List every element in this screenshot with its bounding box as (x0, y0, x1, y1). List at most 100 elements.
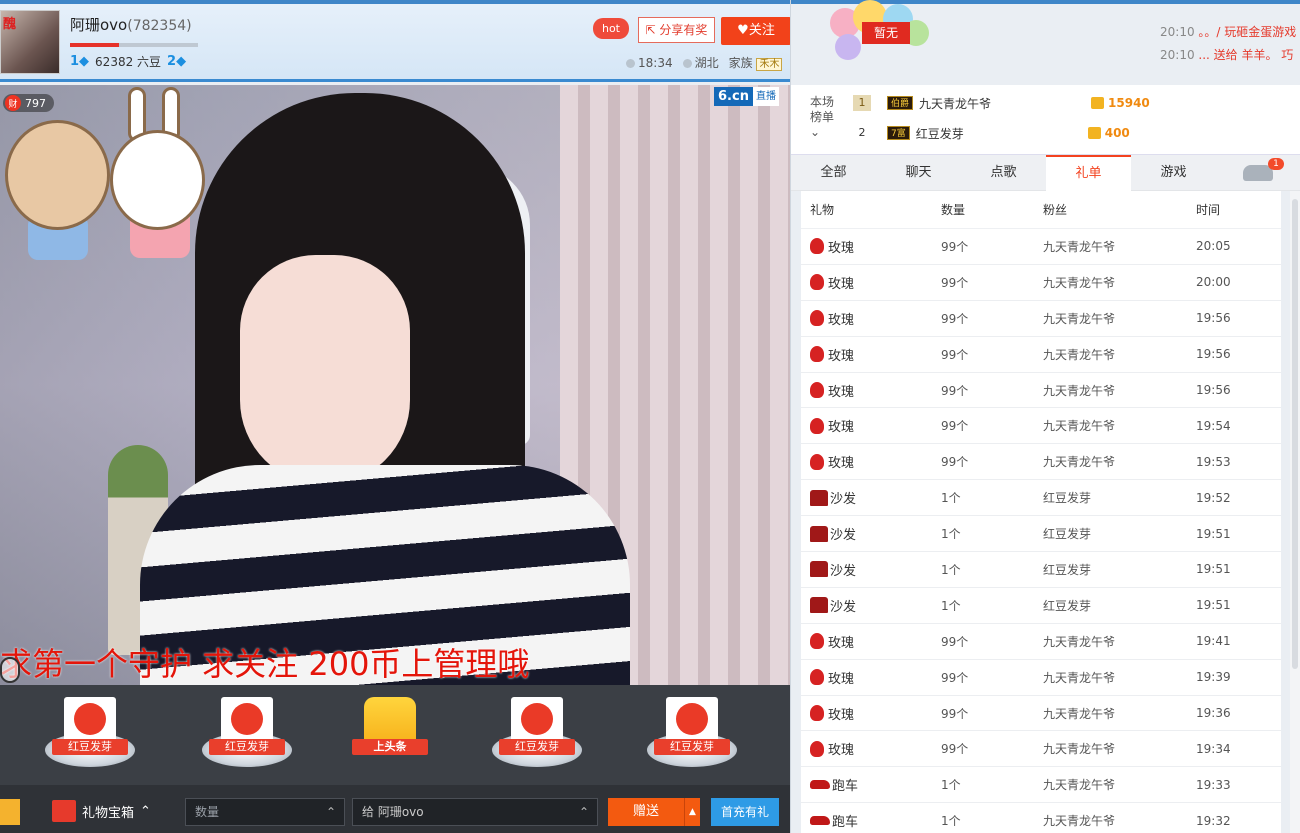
gift-cell: 沙发 (801, 596, 941, 615)
rank-row[interactable]: 1 伯爵 九天青龙午爷 15940 (853, 93, 1150, 113)
clock-icon (626, 58, 635, 68)
fan-cell[interactable]: 九天青龙午爷 (1043, 382, 1196, 399)
gift-item[interactable]: 红豆发芽 (642, 693, 742, 779)
family-badge[interactable]: 禾木 (756, 58, 783, 71)
gift-item[interactable]: 红豆发芽 (487, 693, 587, 779)
table-row[interactable]: 玫瑰 99个 九天青龙午爷 20:05 (801, 229, 1281, 265)
table-row[interactable]: 跑车 1个 九天青龙午爷 19:33 (801, 767, 1281, 804)
tab-chat[interactable]: 聊天 (876, 155, 961, 191)
fan-cell[interactable]: 九天青龙午爷 (1043, 238, 1196, 255)
gift-showcase: 红豆发芽 红豆发芽 上头条 红豆发芽 红豆发芽 (0, 685, 790, 785)
table-row[interactable]: 玫瑰 99个 九天青龙午爷 19:39 (801, 660, 1281, 696)
wealth-tab-icon[interactable] (0, 799, 20, 825)
table-row[interactable]: 玫瑰 99个 九天青龙午爷 19:54 (801, 408, 1281, 445)
video-player[interactable]: 财 797 6.cn 直播 求第一个守护 求关注 200币上管理哦 (0, 85, 790, 685)
tab-songs[interactable]: 点歌 (961, 155, 1046, 191)
table-row[interactable]: 沙发 1个 红豆发芽 19:51 (801, 552, 1281, 588)
table-row[interactable]: 玫瑰 99个 九天青龙午爷 20:00 (801, 265, 1281, 301)
anchor-meta: 18:34 湖北 家族 禾木 (626, 54, 783, 71)
table-row[interactable]: 玫瑰 99个 九天青龙午爷 19:53 (801, 444, 1281, 481)
fan-cell[interactable]: 九天青龙午爷 (1043, 453, 1196, 470)
fan-cell[interactable]: 九天青龙午爷 (1043, 346, 1196, 363)
fan-cell[interactable]: 红豆发芽 (1043, 597, 1196, 614)
rank-label[interactable]: 本场榜单 ⌄ (810, 95, 838, 140)
rose-icon (810, 274, 824, 291)
fan-cell[interactable]: 九天青龙午爷 (1043, 274, 1196, 291)
table-row[interactable]: 玫瑰 99个 九天青龙午爷 19:56 (801, 373, 1281, 409)
table-row[interactable]: 沙发 1个 红豆发芽 19:51 (801, 516, 1281, 553)
time-cell: 19:56 (1196, 311, 1231, 326)
gift-cell: 跑车 (801, 811, 941, 830)
time-cell: 19:53 (1196, 454, 1231, 469)
send-label: 赠送 (632, 804, 659, 819)
scrollbar[interactable] (1290, 191, 1300, 833)
recipient-select[interactable]: 给 阿珊ovo ⌃ (352, 798, 598, 826)
rank-value: 400 (1104, 126, 1130, 140)
fan-cell[interactable]: 九天青龙午爷 (1043, 633, 1196, 650)
gift-box-label: 礼物宝箱 (82, 805, 135, 821)
wealth-badge[interactable]: 财 797 (3, 94, 54, 112)
gift-name: 沙发 (830, 528, 857, 544)
table-row[interactable]: 跑车 1个 九天青龙午爷 19:32 (801, 803, 1281, 833)
ticker-time: 20:10 (1160, 48, 1195, 62)
red-bean-icon (74, 703, 106, 735)
gift-cell: 沙发 (801, 488, 941, 507)
tab-games[interactable]: 游戏 (1131, 155, 1216, 191)
gift-cell: 玫瑰 (801, 739, 941, 758)
follow-button[interactable]: ♥关注 (721, 17, 791, 45)
gift-name: 玫瑰 (828, 635, 855, 651)
table-row[interactable]: 沙发 1个 红豆发芽 19:51 (801, 588, 1281, 624)
caret-up-icon[interactable]: ▲ (684, 798, 700, 826)
table-row[interactable]: 玫瑰 99个 九天青龙午爷 19:56 (801, 301, 1281, 337)
send-button[interactable]: 赠送 ▲ (608, 798, 700, 826)
rose-icon (810, 417, 824, 434)
quantity-placeholder: 数量 (195, 805, 220, 819)
table-row[interactable]: 玫瑰 99个 九天青龙午爷 19:34 (801, 731, 1281, 768)
family-info[interactable]: 家族 禾木 (729, 54, 783, 71)
headline-gift-item[interactable]: 上头条 (340, 693, 440, 779)
gift-name: 玫瑰 (828, 240, 855, 256)
rank-row[interactable]: 2 7富 红豆发芽 400 (853, 123, 1130, 143)
gift-item[interactable]: 红豆发芽 (40, 693, 140, 779)
gift-box-button[interactable]: 礼物宝箱 ⌃ (52, 797, 151, 825)
gift-item[interactable]: 红豆发芽 (197, 693, 297, 779)
time-cell: 20:05 (1196, 239, 1231, 254)
share-label: 分享有奖 (659, 23, 708, 37)
gift-cell: 沙发 (801, 524, 941, 543)
gift-label: 红豆发芽 (499, 739, 575, 755)
fan-cell[interactable]: 红豆发芽 (1043, 525, 1196, 542)
fan-cell[interactable]: 九天青龙午爷 (1043, 705, 1196, 722)
fan-cell[interactable]: 九天青龙午爷 (1043, 669, 1196, 686)
table-row[interactable]: 玫瑰 99个 九天青龙午爷 19:41 (801, 624, 1281, 660)
anchor-name-text: 阿珊ovo (70, 16, 128, 34)
microphone-icon[interactable] (0, 657, 20, 683)
avatar[interactable]: 醜 (0, 10, 60, 74)
gift-cell: 沙发 (801, 560, 941, 579)
share-button[interactable]: ⇱ 分享有奖 (638, 17, 715, 43)
ticker-time: 20:10 (1160, 25, 1195, 39)
qty-cell: 1个 (941, 598, 961, 613)
fan-cell[interactable]: 九天青龙午爷 (1043, 776, 1196, 793)
first-charge-button[interactable]: 首充有礼 (711, 798, 779, 826)
fan-cell[interactable]: 红豆发芽 (1043, 561, 1196, 578)
red-bean-icon (521, 703, 553, 735)
tab-gift-list[interactable]: 礼单 (1046, 155, 1131, 191)
fan-cell[interactable]: 九天青龙午爷 (1043, 417, 1196, 434)
coin-icon (1091, 97, 1105, 109)
fan-cell[interactable]: 九天青龙午爷 (1043, 310, 1196, 327)
fan-cell[interactable]: 红豆发芽 (1043, 489, 1196, 506)
tab-all[interactable]: 全部 (791, 155, 876, 191)
fan-cell[interactable]: 九天青龙午爷 (1043, 740, 1196, 757)
fan-cell[interactable]: 九天青龙午爷 (1043, 812, 1196, 829)
qty-cell: 1个 (941, 562, 961, 577)
table-row[interactable]: 玫瑰 99个 九天青龙午爷 19:56 (801, 337, 1281, 373)
bear-sticker (5, 120, 110, 230)
quantity-select[interactable]: 数量 ⌃ (185, 798, 345, 826)
table-row[interactable]: 沙发 1个 红豆发芽 19:52 (801, 480, 1281, 517)
no-rank-badge: 暂无 (862, 22, 910, 44)
table-row[interactable]: 玫瑰 99个 九天青龙午爷 19:36 (801, 696, 1281, 732)
qty-cell: 1个 (941, 778, 961, 793)
qty-cell: 99个 (941, 311, 969, 326)
follow-label: 关注 (748, 23, 775, 38)
scrollbar-thumb[interactable] (1292, 199, 1298, 669)
